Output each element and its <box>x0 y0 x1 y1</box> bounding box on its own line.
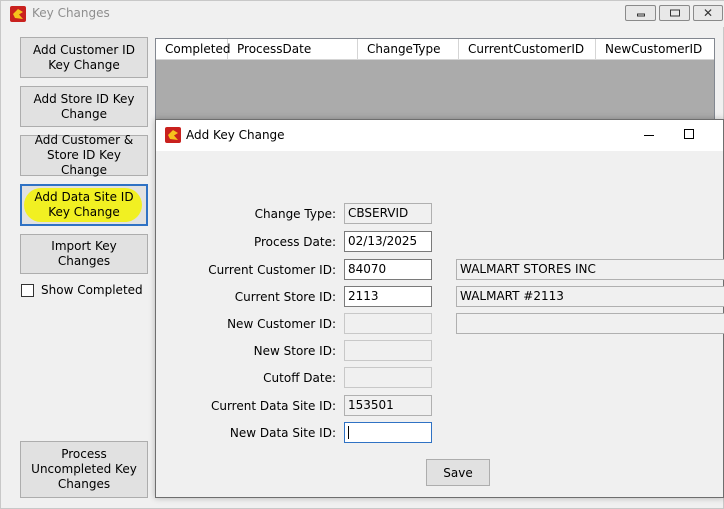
app-logo-icon <box>10 6 26 22</box>
main-titlebar: Key Changes ✕ <box>1 1 724 27</box>
add-customer-id-key-change-button[interactable]: Add Customer ID Key Change <box>20 37 148 78</box>
show-completed-row[interactable]: Show Completed <box>21 283 143 297</box>
column-header-changetype[interactable]: ChangeType <box>358 39 459 60</box>
current-customer-id-field[interactable]: 84070 <box>344 259 432 280</box>
process-date-field[interactable]: 02/13/2025 <box>344 231 432 252</box>
show-completed-label: Show Completed <box>41 283 143 297</box>
add-store-id-key-change-label: Add Store ID Key Change <box>33 91 135 121</box>
current-customer-name-field: WALMART STORES INC <box>456 259 724 280</box>
change-type-label: Change Type: <box>254 207 336 221</box>
change-type-field: CBSERVID <box>344 203 432 224</box>
new-store-id-field[interactable] <box>344 340 432 361</box>
current-store-name-field: WALMART #2113 <box>456 286 724 307</box>
new-store-id-label: New Store ID: <box>253 344 336 358</box>
new-data-site-id-field[interactable] <box>344 422 432 443</box>
new-customer-id-label: New Customer ID: <box>227 317 336 331</box>
add-data-site-id-key-change-button[interactable]: Add Data Site ID Key Change <box>20 184 148 226</box>
close-icon: ✕ <box>702 6 714 20</box>
process-date-label: Process Date: <box>253 235 336 249</box>
add-customer-store-id-key-change-label: Add Customer & Store ID Key Change <box>34 133 134 177</box>
current-data-site-id-field: 153501 <box>344 395 432 416</box>
field-labels: Change Type: Process Date: Current Custo… <box>156 120 336 497</box>
column-header-completed[interactable]: Completed <box>156 39 230 60</box>
current-store-id-label: Current Store ID: <box>234 290 336 304</box>
new-customer-name-field <box>456 313 724 334</box>
cutoff-date-field[interactable] <box>344 367 432 388</box>
show-completed-checkbox[interactable] <box>21 283 34 297</box>
column-header-newcustomerid[interactable]: NewCustomerID <box>596 39 713 60</box>
main-window-title: Key Changes <box>32 6 110 20</box>
cutoff-date-label: Cutoff Date: <box>263 371 336 385</box>
add-data-site-id-key-change-label: Add Data Site ID Key Change <box>34 190 134 219</box>
current-store-id-field[interactable]: 2113 <box>344 286 432 307</box>
grid-header: Completed ProcessDate ChangeType Current… <box>156 39 714 60</box>
maximize-button[interactable] <box>659 5 690 21</box>
import-key-changes-button[interactable]: Import Key Changes <box>20 234 148 274</box>
new-customer-id-field[interactable] <box>344 313 432 334</box>
add-customer-id-key-change-label: Add Customer ID Key Change <box>33 42 135 72</box>
maximize-icon[interactable] <box>684 129 694 139</box>
maximize-icon <box>669 9 680 17</box>
key-changes-grid[interactable]: Completed ProcessDate ChangeType Current… <box>155 38 715 123</box>
add-customer-store-id-key-change-button[interactable]: Add Customer & Store ID Key Change <box>20 133 148 177</box>
text-caret <box>348 426 349 439</box>
minimize-icon <box>636 13 645 17</box>
minimize-button[interactable] <box>625 5 656 21</box>
column-header-processdate[interactable]: ProcessDate <box>228 39 358 60</box>
close-button[interactable]: ✕ <box>693 5 723 21</box>
current-data-site-id-label: Current Data Site ID: <box>210 399 336 413</box>
save-button[interactable]: Save <box>426 459 490 486</box>
new-data-site-id-label: New Data Site ID: <box>229 426 336 440</box>
add-key-change-dialog: Add Key Change Change Type: Process Date… <box>155 119 724 498</box>
column-header-currentcustomerid[interactable]: CurrentCustomerID <box>459 39 596 60</box>
process-uncompleted-button[interactable]: Process Uncompleted Key Changes <box>20 441 148 498</box>
minimize-icon[interactable] <box>644 135 654 136</box>
process-uncompleted-label: Process Uncompleted Key Changes <box>31 447 137 491</box>
add-store-id-key-change-button[interactable]: Add Store ID Key Change <box>20 86 148 127</box>
current-customer-id-label: Current Customer ID: <box>208 263 336 277</box>
import-key-changes-label: Import Key Changes <box>51 239 117 268</box>
save-label: Save <box>443 465 473 480</box>
